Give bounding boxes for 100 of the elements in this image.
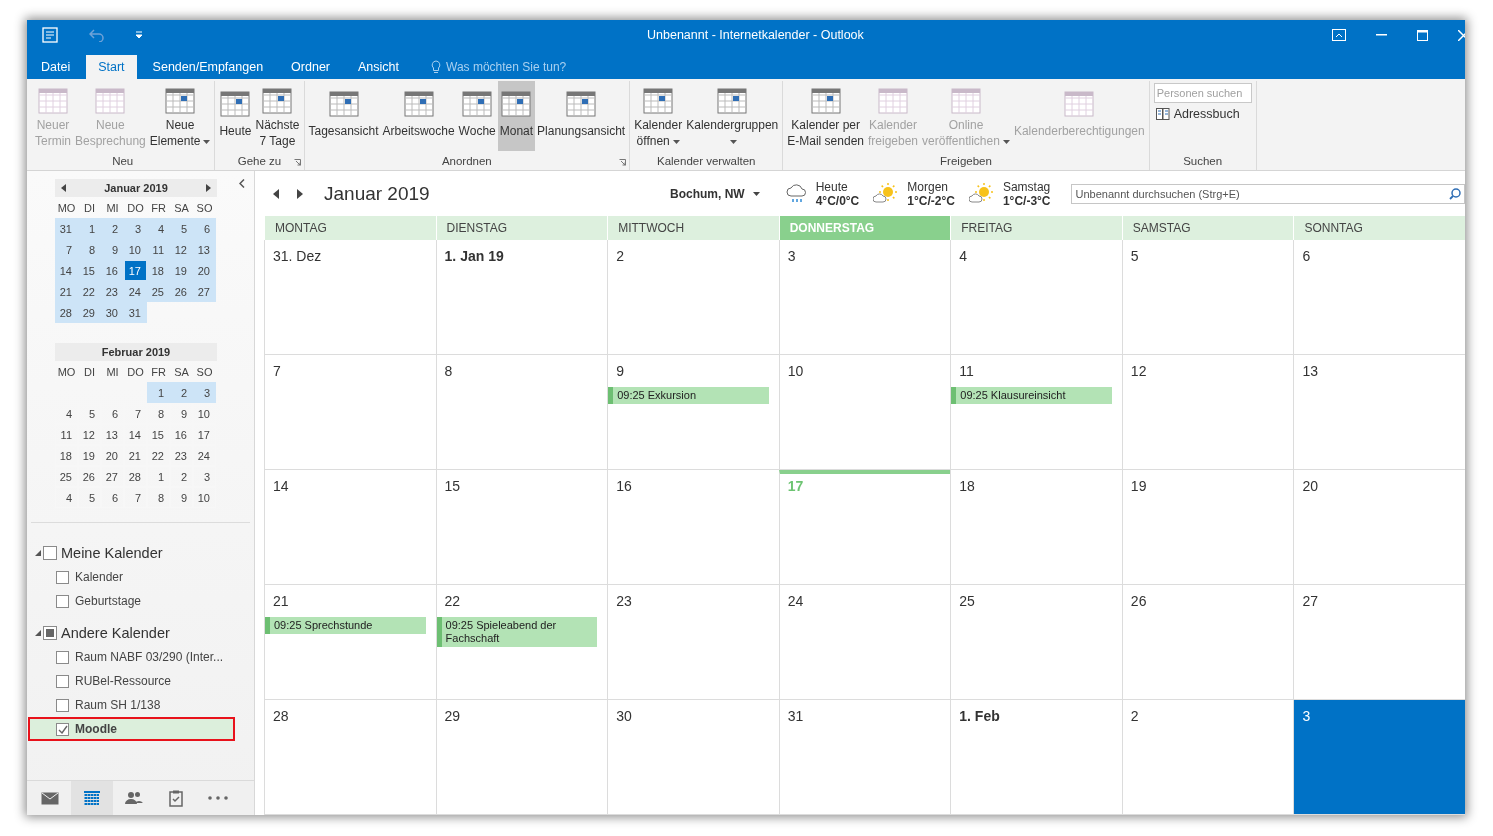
day-cell[interactable]: 3: [778, 240, 951, 355]
nav-button[interactable]: [71, 781, 113, 815]
day-cell[interactable]: 23: [607, 585, 779, 700]
ribbon-button[interactable]: Nächste 7 Tage: [253, 81, 302, 151]
date-cell[interactable]: 21: [55, 281, 78, 302]
date-cell[interactable]: 1: [78, 218, 101, 239]
day-cell[interactable]: 30: [607, 700, 779, 815]
date-cell[interactable]: 17: [124, 260, 147, 281]
dialog-launcher-icon[interactable]: [619, 159, 627, 166]
folder-group-label[interactable]: Meine Kalender: [61, 545, 163, 561]
date-cell[interactable]: 27: [193, 281, 216, 302]
location-dropdown[interactable]: Bochum, NW: [664, 185, 766, 202]
ribbon-tab[interactable]: Ordner: [279, 55, 342, 79]
day-cell[interactable]: 28: [264, 700, 436, 815]
date-cell[interactable]: 22: [78, 281, 101, 302]
calendar-list-item[interactable]: Geburtstage: [28, 589, 235, 613]
day-cell[interactable]: 24: [778, 585, 951, 700]
date-cell[interactable]: 7: [55, 239, 78, 260]
day-cell[interactable]: 2: [607, 240, 779, 355]
customize-caret-icon[interactable]: [135, 31, 143, 39]
date-cell[interactable]: 20: [193, 260, 216, 281]
date-cell[interactable]: 14: [55, 260, 78, 281]
date-cell[interactable]: 3: [193, 382, 216, 403]
day-cell[interactable]: 9 09:25 Exkursion: [607, 355, 779, 470]
date-cell[interactable]: 29: [78, 302, 101, 323]
date-cell[interactable]: 18: [147, 260, 170, 281]
date-cell[interactable]: 31: [124, 302, 147, 323]
calendar-search-field[interactable]: Unbenannt durchsuchen (Strg+E): [1070, 183, 1465, 204]
day-cell[interactable]: 6: [1293, 240, 1465, 355]
day-cell[interactable]: 3: [1293, 700, 1465, 815]
ribbon-tab[interactable]: Start: [86, 55, 137, 79]
date-cell[interactable]: 31: [55, 218, 78, 239]
collapse-icon[interactable]: [239, 179, 245, 188]
day-cell[interactable]: 21 09:25 Sprechstunde: [264, 585, 436, 700]
ribbon-button[interactable]: Kalendergruppen: [684, 81, 781, 151]
date-cell[interactable]: 24: [124, 281, 147, 302]
ribbon-button[interactable]: Neue Elemente: [147, 81, 213, 151]
ribbon-button[interactable]: Kalender per E-Mail senden: [785, 81, 866, 151]
day-cell[interactable]: 26: [1121, 585, 1294, 700]
calendar-list-item[interactable]: Kalender: [28, 565, 235, 589]
date-cell[interactable]: 16: [101, 260, 124, 281]
day-cell[interactable]: 22 09:25 Spieleabend der Fachschaft: [435, 585, 608, 700]
checkbox[interactable]: [56, 650, 69, 664]
day-cell[interactable]: 31: [778, 700, 951, 815]
date-cell[interactable]: 1: [147, 382, 170, 403]
day-cell[interactable]: 16: [607, 470, 779, 585]
day-cell[interactable]: 2: [1121, 700, 1294, 815]
date-cell[interactable]: 23: [101, 281, 124, 302]
ribbon-display-icon[interactable]: [1332, 29, 1346, 41]
ribbon-button[interactable]: Heute: [217, 81, 254, 151]
expand-icon[interactable]: [35, 550, 41, 556]
expand-icon[interactable]: [35, 630, 41, 636]
calendar-list-item[interactable]: Moodle: [28, 717, 235, 741]
checkbox[interactable]: [43, 626, 57, 640]
checkbox[interactable]: [56, 594, 69, 608]
maximize-icon[interactable]: [1417, 29, 1428, 41]
appointment[interactable]: 09:25 Exkursion: [608, 387, 769, 404]
date-cell[interactable]: 19: [170, 260, 193, 281]
appointment[interactable]: 09:25 Klausureinsicht: [951, 387, 1112, 404]
previous-icon[interactable]: [61, 184, 66, 192]
day-cell[interactable]: 10: [778, 355, 951, 470]
appointment[interactable]: 09:25 Sprechstunde: [265, 617, 426, 634]
date-cell[interactable]: 30: [101, 302, 124, 323]
ribbon-tab[interactable]: Datei: [29, 55, 83, 79]
people-search-field[interactable]: Personen suchen: [1153, 83, 1252, 103]
ribbon-tab[interactable]: Ansicht: [346, 55, 411, 79]
folder-group-label[interactable]: Andere Kalender: [61, 625, 170, 641]
checkbox[interactable]: [43, 546, 57, 560]
checkbox[interactable]: [56, 570, 69, 584]
ribbon-button[interactable]: Arbeitswoche: [380, 81, 457, 151]
date-cell[interactable]: 25: [147, 281, 170, 302]
date-cell[interactable]: 10: [124, 239, 147, 260]
day-cell[interactable]: 4: [950, 240, 1122, 355]
day-cell[interactable]: 31. Dez: [264, 240, 436, 355]
checkbox[interactable]: [56, 674, 69, 688]
ribbon-button[interactable]: Tagesansicht: [306, 81, 381, 151]
date-cell[interactable]: 4: [147, 218, 170, 239]
date-cell[interactable]: 26: [170, 281, 193, 302]
date-cell[interactable]: 9: [101, 239, 124, 260]
day-cell[interactable]: 25: [950, 585, 1122, 700]
ribbon-button[interactable]: Monat: [497, 81, 536, 151]
day-cell[interactable]: 13: [1293, 355, 1465, 470]
app-icon[interactable]: [41, 26, 59, 44]
day-cell[interactable]: 20: [1293, 470, 1465, 585]
day-cell[interactable]: 15: [435, 470, 608, 585]
day-cell[interactable]: 19: [1121, 470, 1294, 585]
day-cell[interactable]: 29: [435, 700, 608, 815]
date-cell[interactable]: 6: [193, 218, 216, 239]
day-cell[interactable]: 12: [1121, 355, 1294, 470]
date-cell[interactable]: 8: [78, 239, 101, 260]
appointment[interactable]: 09:25 Spieleabend der Fachschaft: [436, 617, 598, 647]
checkbox[interactable]: [56, 722, 69, 736]
day-cell[interactable]: 1. Feb: [950, 700, 1122, 815]
date-cell[interactable]: 3: [124, 218, 147, 239]
calendar-list-item[interactable]: Raum NABF 03/290 (Inter...: [28, 645, 235, 669]
day-cell[interactable]: 8: [435, 355, 608, 470]
day-cell[interactable]: 1. Jan 19: [435, 240, 608, 355]
date-cell[interactable]: 12: [170, 239, 193, 260]
ribbon-button[interactable]: Planungsansicht: [535, 81, 628, 151]
next-icon[interactable]: [206, 184, 211, 192]
